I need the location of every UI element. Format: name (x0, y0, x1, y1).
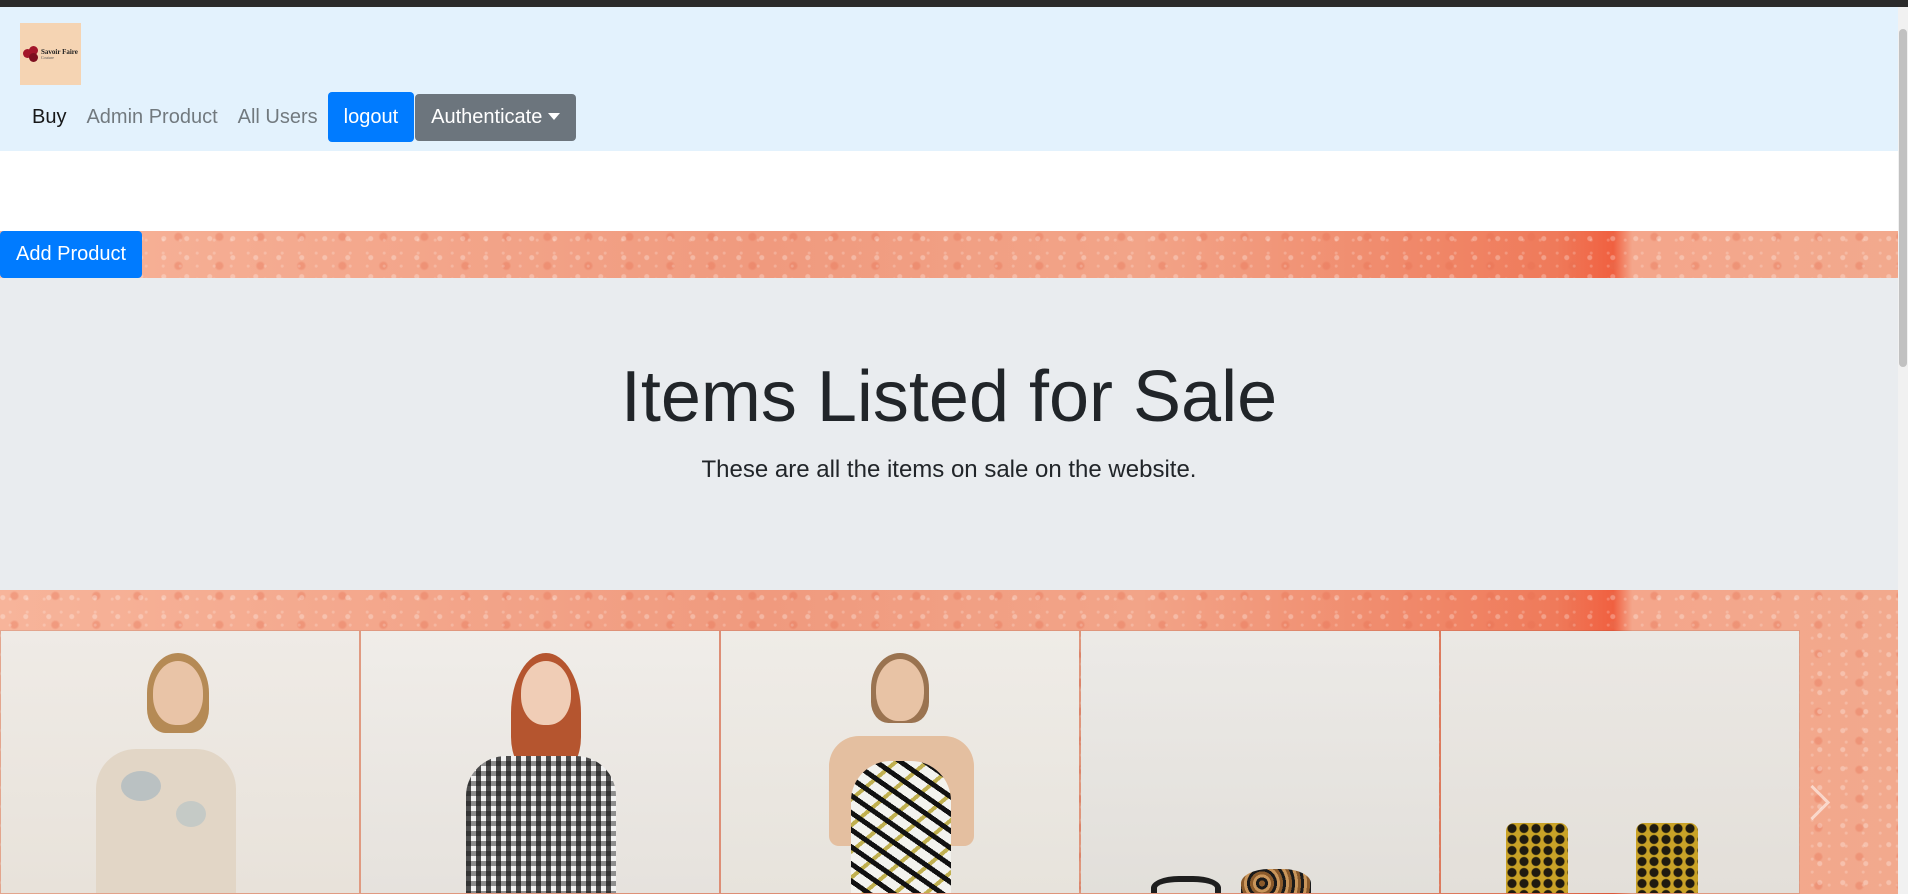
authenticate-dropdown[interactable]: Authenticate (415, 93, 577, 141)
scrollbar-thumb[interactable] (1899, 29, 1907, 367)
product-card[interactable] (1440, 630, 1800, 894)
authenticate-label: Authenticate (431, 105, 543, 128)
product-card[interactable] (1080, 630, 1440, 894)
product-card[interactable] (720, 630, 1080, 894)
floral-pattern (121, 771, 161, 801)
carousel-next-arrow-icon[interactable] (1800, 780, 1824, 830)
gingham-dress-shape (466, 756, 616, 893)
product-image (1441, 631, 1799, 893)
jumbotron: Items Listed for Sale These are all the … (0, 278, 1898, 590)
navbar: Savoir Faire Couture Buy Admin Product A… (0, 7, 1898, 151)
brand-logo-text: Savoir Faire Couture (41, 48, 78, 60)
sandal-shape (1241, 869, 1311, 893)
page-title: Items Listed for Sale (620, 357, 1278, 437)
flower-icon (23, 46, 39, 62)
browser-top-strip (0, 0, 1908, 7)
brand-logo[interactable]: Savoir Faire Couture (20, 23, 81, 85)
nav-link-all-users[interactable]: All Users (228, 106, 328, 129)
page-subtitle: These are all the items on sale on the w… (701, 456, 1197, 483)
logout-button[interactable]: logout (327, 92, 415, 142)
nav-link-buy[interactable]: Buy (22, 106, 76, 129)
nav-link-admin-product[interactable]: Admin Product (76, 106, 227, 129)
product-card[interactable] (360, 630, 720, 894)
nav-menu: Buy Admin Product All Users logout Authe… (22, 92, 577, 142)
scrollbar[interactable] (1898, 7, 1908, 894)
floral-dress-shape (96, 749, 236, 893)
boot-shape (1636, 823, 1698, 893)
model-head (876, 659, 924, 721)
texture-banner-top (0, 231, 1898, 278)
product-carousel (0, 630, 1800, 894)
product-image (1081, 631, 1439, 893)
floral-pattern (176, 801, 206, 827)
palm-dress-shape (851, 761, 951, 893)
caret-down-icon (548, 112, 561, 120)
product-card[interactable] (0, 630, 360, 894)
add-product-button[interactable]: Add Product (0, 231, 143, 278)
model-head (521, 661, 571, 725)
model-head (153, 661, 203, 725)
sandal-shape (1151, 876, 1221, 893)
boot-shape (1506, 823, 1568, 893)
brand-subtext: Couture (41, 54, 54, 60)
